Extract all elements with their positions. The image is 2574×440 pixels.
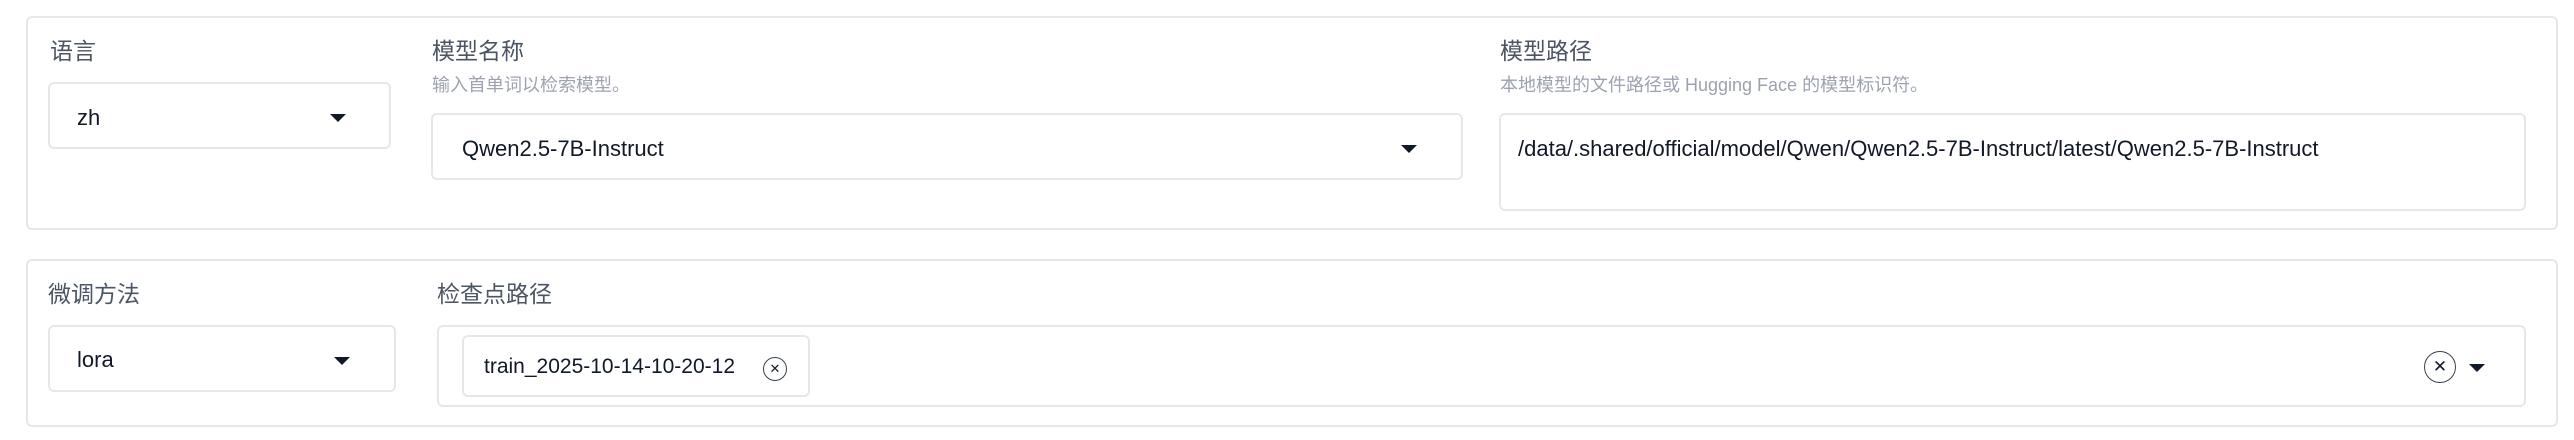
close-icon[interactable]: ✕ [763, 357, 787, 381]
chevron-down-icon [334, 357, 350, 365]
model-name-dropdown[interactable]: Qwen2.5-7B-Instruct [431, 113, 1463, 180]
finetune-method-value: lora [77, 347, 114, 372]
checkpoint-path-multiselect[interactable]: train_2025-10-14-10-20-12 ✕ ✕ [437, 325, 2526, 407]
model-path-info: 本地模型的文件路径或 Hugging Face 的模型标识符。 [1500, 75, 1929, 95]
chevron-down-icon[interactable] [2469, 364, 2485, 372]
language-dropdown[interactable]: zh [48, 82, 391, 149]
chevron-down-icon [330, 114, 346, 122]
model-path-input[interactable]: /data/.shared/official/model/Qwen/Qwen2.… [1499, 113, 2526, 211]
model-path-value: /data/.shared/official/model/Qwen/Qwen2.… [1518, 136, 2319, 161]
language-value: zh [77, 105, 101, 130]
model-name-label: 模型名称 [432, 38, 524, 64]
language-label: 语言 [50, 38, 96, 64]
finetune-method-dropdown[interactable]: lora [48, 325, 396, 392]
checkpoint-chip: train_2025-10-14-10-20-12 ✕ [462, 335, 810, 397]
clear-icon[interactable]: ✕ [2424, 351, 2456, 383]
model-path-label: 模型路径 [1500, 38, 1592, 64]
checkpoint-chip-label: train_2025-10-14-10-20-12 [484, 355, 736, 378]
model-name-value: Qwen2.5-7B-Instruct [462, 136, 664, 161]
chevron-down-icon [1401, 145, 1417, 153]
model-name-info: 输入首单词以检索模型。 [432, 75, 630, 95]
finetune-method-label: 微调方法 [48, 281, 140, 307]
checkpoint-path-label: 检查点路径 [437, 281, 552, 307]
